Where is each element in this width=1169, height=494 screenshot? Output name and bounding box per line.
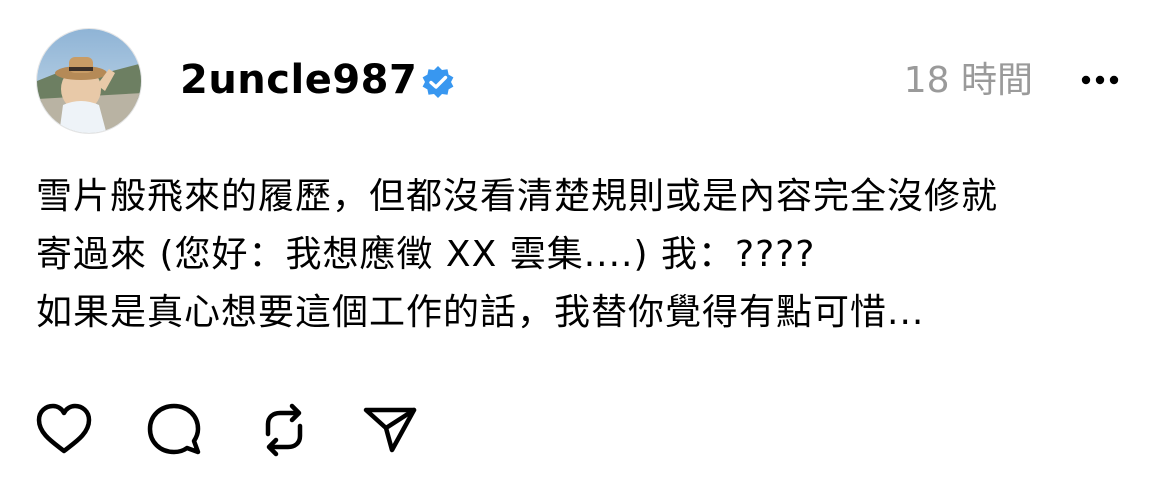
comment-icon[interactable] bbox=[144, 400, 204, 460]
post-timestamp: 18 時間 bbox=[903, 60, 1033, 101]
post-text-line: 雪片般飛來的履歷，但都沒看清楚規則或是內容完全沒修就 bbox=[36, 176, 999, 217]
heart-icon[interactable] bbox=[34, 400, 94, 460]
more-options-icon[interactable] bbox=[1078, 62, 1122, 98]
post-text-line: 如果是真心想要這個工作的話，我替你覺得有點可惜... bbox=[36, 292, 925, 333]
post-text-line: 寄過來 (您好：我想應徵 XX 雲集....) 我：???? bbox=[36, 234, 816, 275]
avatar-photo bbox=[37, 29, 141, 133]
share-icon[interactable] bbox=[360, 400, 420, 460]
verified-badge-icon bbox=[422, 66, 454, 98]
repost-icon[interactable] bbox=[254, 400, 314, 460]
post-body: 雪片般飛來的履歷，但都沒看清楚規則或是內容完全沒修就 寄過來 (您好：我想應徵 … bbox=[36, 168, 1146, 342]
thread-post: 2uncle987 18 時間 雪片般飛來的履歷，但都沒看清楚規則或是內容完全沒… bbox=[0, 0, 1169, 494]
avatar[interactable] bbox=[36, 28, 142, 134]
username[interactable]: 2uncle987 bbox=[180, 52, 417, 108]
